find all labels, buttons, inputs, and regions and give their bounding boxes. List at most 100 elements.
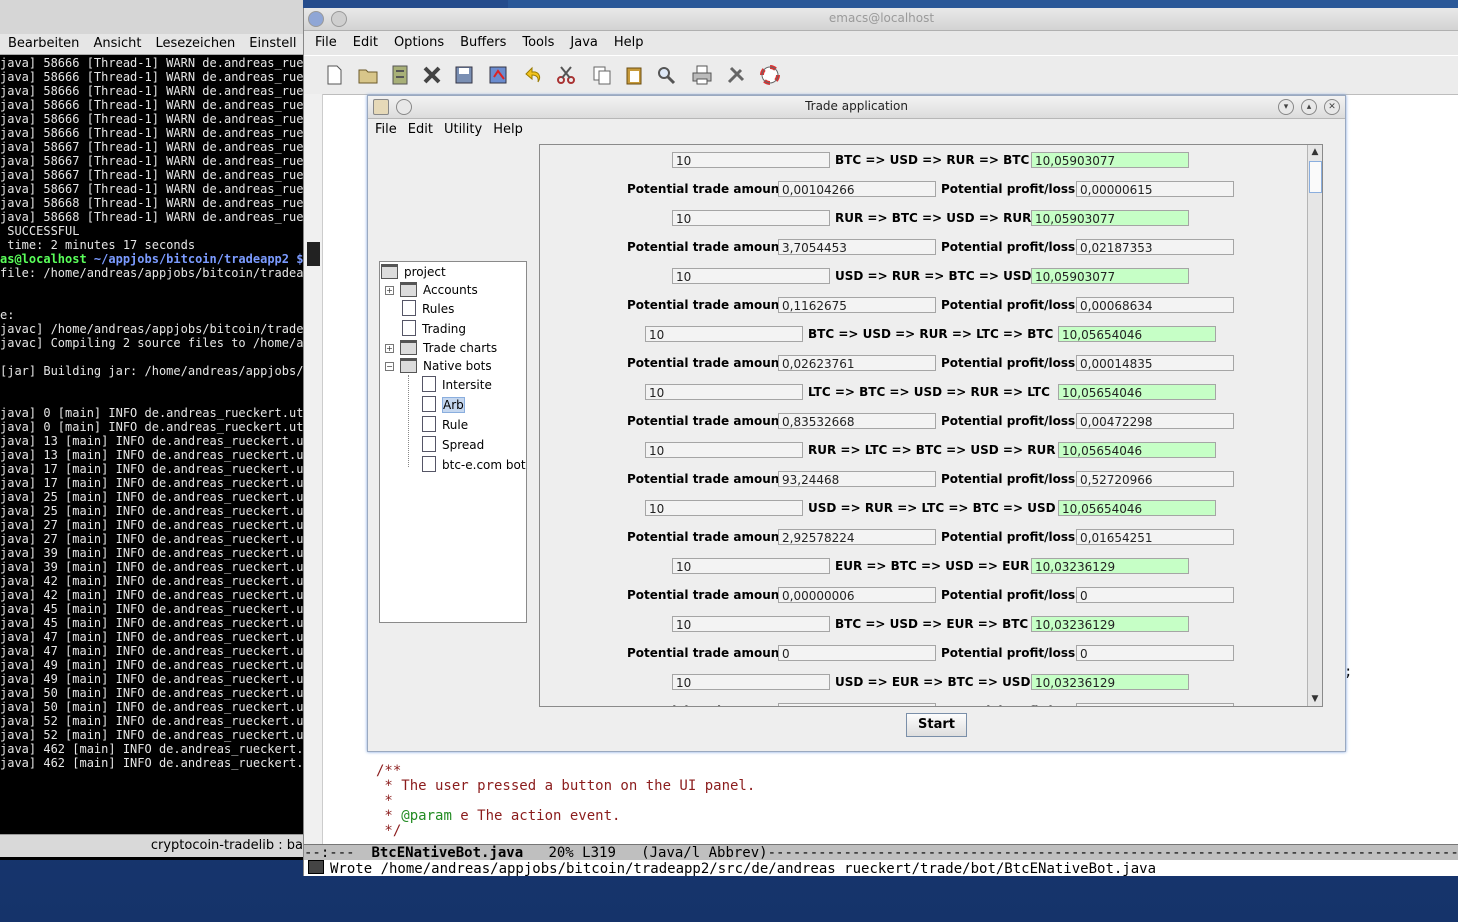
trade-menu-edit[interactable]: Edit: [401, 119, 437, 137]
expand-accounts-icon[interactable]: +: [385, 286, 394, 295]
code-view[interactable]: /** * The user pressed a button on the U…: [376, 764, 755, 839]
route-input-field[interactable]: 10: [645, 326, 803, 342]
collapse-native-bots-icon[interactable]: −: [385, 362, 394, 371]
start-button[interactable]: Start: [906, 713, 967, 737]
route-input-field[interactable]: 10: [672, 210, 830, 226]
emacs-menu-file[interactable]: File: [304, 31, 342, 50]
route-result-field[interactable]: 10,05903077: [1031, 268, 1189, 284]
vertical-scrollbar[interactable]: ▲ ▼: [1307, 145, 1322, 706]
profit-loss-field[interactable]: 0,00472298: [1076, 413, 1234, 429]
profit-loss-field[interactable]: 0: [1076, 587, 1234, 603]
profit-loss-field[interactable]: 0,00014835: [1076, 355, 1234, 371]
terminal-output[interactable]: java] 58666 [Thread-1] WARN de.andreas_r…: [0, 56, 303, 770]
new-file-icon[interactable]: [324, 65, 344, 85]
trade-amount-field[interactable]: 0: [778, 645, 936, 661]
copy-icon[interactable]: [592, 65, 612, 85]
emacs-menu-tools[interactable]: Tools: [511, 31, 559, 50]
terminal-menu-lesezeichen[interactable]: Lesezeichen: [147, 34, 241, 51]
open-folder-icon[interactable]: [358, 65, 378, 85]
maximize-icon[interactable]: ▴: [1301, 99, 1317, 115]
emacs-menu-java[interactable]: Java: [559, 31, 602, 50]
profit-loss-field[interactable]: 0: [1076, 703, 1234, 706]
trade-amount-field[interactable]: 2,92578224: [778, 529, 936, 545]
scroll-thumb[interactable]: [1309, 161, 1322, 193]
route-input-field[interactable]: 10: [672, 152, 830, 168]
route-result-field[interactable]: 10,05654046: [1058, 442, 1216, 458]
terminal-menu-bearbeiten[interactable]: Bearbeiten: [0, 34, 85, 51]
terminal-menu-ansicht[interactable]: Ansicht: [85, 34, 147, 51]
scroll-up-icon[interactable]: ▲: [1310, 146, 1320, 158]
save-icon[interactable]: [454, 65, 474, 85]
emacs-minibuffer[interactable]: Wrote /home/andreas/appjobs/bitcoin/trad…: [304, 860, 1458, 876]
terminal-tab-label[interactable]: cryptocoin-tradelib : ba: [151, 838, 303, 853]
tree-item-intersite[interactable]: Intersite: [422, 376, 492, 394]
route-result-field[interactable]: 10,03236129: [1031, 616, 1189, 632]
trade-amount-field[interactable]: 0,00104266: [778, 181, 936, 197]
build-time-line: time: 2 minutes 17 seconds: [0, 238, 196, 252]
print-icon[interactable]: [692, 65, 712, 85]
trade-amount-field[interactable]: 0,1162675: [778, 297, 936, 313]
dired-icon[interactable]: [390, 65, 410, 85]
route-input-field[interactable]: 10: [645, 500, 803, 516]
modeline-buffer-name[interactable]: BtcENativeBot.java: [371, 845, 523, 861]
route-input-field[interactable]: 10: [672, 268, 830, 284]
close-icon[interactable]: ✕: [1324, 99, 1340, 115]
profit-loss-field[interactable]: 0,01654251: [1076, 529, 1234, 545]
paste-icon[interactable]: [624, 65, 644, 85]
trade-amount-field[interactable]: 93,24468: [778, 471, 936, 487]
trade-amount-field[interactable]: 0,02623761: [778, 355, 936, 371]
trade-amount-field[interactable]: 0,00000002: [778, 703, 936, 706]
route-result-field[interactable]: 10,05903077: [1031, 210, 1189, 226]
tree-item-label: btc-e.com bot: [442, 458, 526, 472]
profit-loss-field[interactable]: 0,02187353: [1076, 239, 1234, 255]
route-result-field[interactable]: 10,05654046: [1058, 326, 1216, 342]
route-input-field[interactable]: 10: [672, 674, 830, 690]
tree-item-arb[interactable]: Arb: [422, 396, 465, 414]
tree-item-rule[interactable]: Rule: [422, 416, 468, 434]
trade-menu-utility[interactable]: Utility: [437, 119, 486, 137]
tree-root-project[interactable]: project: [381, 263, 446, 281]
route-input-field[interactable]: 10: [672, 616, 830, 632]
route-result-field[interactable]: 10,05903077: [1031, 152, 1189, 168]
save-as-icon[interactable]: [488, 65, 508, 85]
cut-icon[interactable]: [556, 65, 576, 85]
emacs-menu-edit[interactable]: Edit: [342, 31, 383, 50]
arbitrage-panel[interactable]: 10 BTC => USD => RUR => BTC 10,05903077 Pot…: [539, 144, 1323, 707]
tree-item-trading[interactable]: Trading: [402, 320, 466, 338]
emacs-menu-help[interactable]: Help: [603, 31, 649, 50]
route-result-field[interactable]: 10,05654046: [1058, 500, 1216, 516]
expand-trade-charts-icon[interactable]: +: [385, 344, 394, 353]
trade-amount-field[interactable]: 0,83532668: [778, 413, 936, 429]
emacs-menu-options[interactable]: Options: [383, 31, 449, 50]
preferences-icon[interactable]: [726, 65, 746, 85]
minimize-icon[interactable]: ▾: [1278, 99, 1294, 115]
search-icon[interactable]: [656, 65, 676, 85]
tree-item-rules[interactable]: Rules: [402, 300, 454, 318]
help-lifebuoy-icon[interactable]: [760, 65, 780, 85]
trade-amount-field[interactable]: 3,7054453: [778, 239, 936, 255]
project-tree[interactable]: project + Accounts Rules Trading + Trade…: [379, 261, 527, 623]
tree-item-trade-charts[interactable]: Trade charts: [400, 339, 497, 357]
route-input-field[interactable]: 10: [645, 384, 803, 400]
profit-loss-field[interactable]: 0,00068634: [1076, 297, 1234, 313]
route-result-field[interactable]: 10,03236129: [1031, 558, 1189, 574]
tree-item-accounts[interactable]: Accounts: [400, 281, 478, 299]
tree-item-spread[interactable]: Spread: [422, 436, 484, 454]
route-input-field[interactable]: 10: [672, 558, 830, 574]
profit-loss-field[interactable]: 0,52720966: [1076, 471, 1234, 487]
trade-menu-help[interactable]: Help: [486, 119, 527, 137]
undo-icon[interactable]: [524, 65, 544, 85]
route-input-field[interactable]: 10: [645, 442, 803, 458]
terminal-menu-einstellungen[interactable]: Einstell: [241, 34, 302, 51]
profit-loss-field[interactable]: 0,00000615: [1076, 181, 1234, 197]
tree-item-native-bots[interactable]: Native bots: [400, 357, 492, 375]
emacs-menu-buffers[interactable]: Buffers: [449, 31, 511, 50]
close-buffer-icon[interactable]: [422, 65, 442, 85]
profit-loss-field[interactable]: 0: [1076, 645, 1234, 661]
route-result-field[interactable]: 10,03236129: [1031, 674, 1189, 690]
trade-menu-file[interactable]: File: [368, 119, 401, 137]
trade-amount-field[interactable]: 0,00000006: [778, 587, 936, 603]
route-result-field[interactable]: 10,05654046: [1058, 384, 1216, 400]
scroll-down-icon[interactable]: ▼: [1310, 693, 1320, 705]
tree-item-btce-bot[interactable]: btc-e.com bot: [422, 456, 526, 474]
